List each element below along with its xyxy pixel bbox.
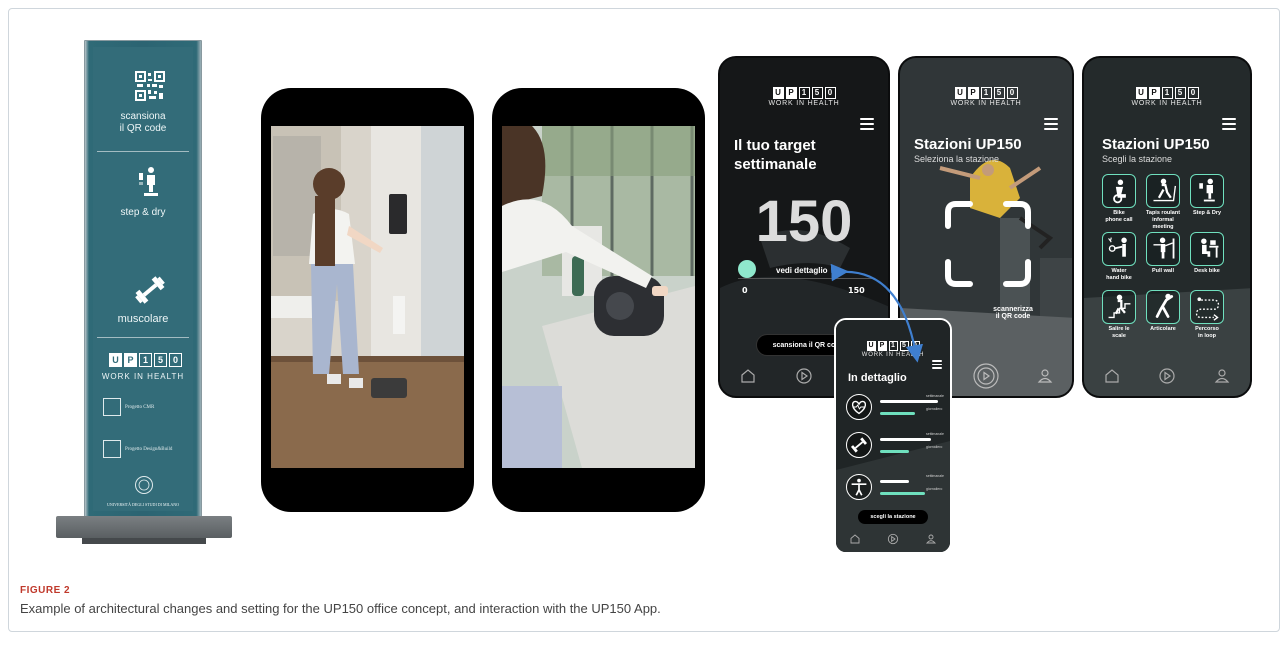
totem-brand-sub: WORK IN HEALTH bbox=[101, 372, 185, 381]
app-brand-logo: U P 1 5 0 WORK IN HEALTH bbox=[1131, 87, 1203, 107]
play-icon[interactable] bbox=[795, 367, 813, 385]
target-big-number: 150 bbox=[755, 189, 853, 254]
progress-knob[interactable] bbox=[738, 260, 756, 278]
cmr-logo-icon bbox=[103, 398, 121, 416]
detail-row-muscle: settimanale giornaliero bbox=[846, 430, 944, 462]
totem-base-foot bbox=[82, 538, 206, 544]
step-icon bbox=[1198, 178, 1215, 202]
scan-title: Stazioni UP150 bbox=[914, 136, 1022, 153]
progress-min-label: 0 bbox=[742, 286, 748, 295]
bottom-nav bbox=[836, 526, 950, 552]
station-hand-bike[interactable]: Water hand bike bbox=[1100, 232, 1138, 286]
profile-icon[interactable] bbox=[1213, 367, 1231, 385]
daily-progress-bar bbox=[880, 412, 915, 415]
app-brand-logo: U P 1 5 0 WORK IN HEALTH bbox=[950, 87, 1022, 107]
choose-station-button[interactable]: scegli la stazione bbox=[858, 510, 928, 524]
station-articolare[interactable]: Articolare bbox=[1144, 290, 1182, 344]
qr-code-icon bbox=[135, 71, 165, 101]
station-step-dry[interactable]: Step & Dry bbox=[1188, 174, 1226, 228]
app-screen-stations: U P 1 5 0 WORK IN HEALTH Stazioni UP150 … bbox=[1082, 56, 1252, 398]
totem-step-label: step & dry bbox=[120, 207, 166, 218]
totem-divider bbox=[97, 151, 189, 152]
stretch-icon bbox=[1155, 293, 1173, 318]
totem-display: scansiona il QR code step & dry muscolar… bbox=[36, 40, 252, 560]
app-brand-logo: U P 1 5 0 WORK IN HEALTH bbox=[768, 87, 840, 107]
menu-icon[interactable] bbox=[1222, 118, 1236, 130]
station-stairs[interactable]: Salire le scale bbox=[1100, 290, 1138, 344]
profile-icon[interactable] bbox=[925, 533, 937, 545]
profile-icon[interactable] bbox=[1036, 367, 1054, 385]
station-loop[interactable]: Percorso in loop bbox=[1188, 290, 1226, 344]
pull-wall-icon bbox=[1152, 237, 1174, 259]
station-treadmill[interactable]: Tapis roulant informal meeting bbox=[1144, 174, 1182, 230]
bike-icon bbox=[1112, 179, 1126, 204]
stations-title: Stazioni UP150 bbox=[1102, 136, 1210, 153]
detail-row-cardio: settimanale giornaliero bbox=[846, 392, 944, 424]
daily-progress-bar bbox=[880, 450, 909, 453]
detail-row-flexibility: settimanale giornaliero bbox=[846, 472, 944, 504]
step-dry-icon bbox=[139, 167, 158, 196]
heart-icon bbox=[851, 400, 867, 415]
station-bike[interactable]: Bike phone call bbox=[1100, 174, 1138, 228]
home-icon[interactable] bbox=[849, 533, 861, 545]
figure-label: FIGURE 2 bbox=[20, 585, 71, 596]
bottom-nav bbox=[1084, 356, 1250, 396]
totem-base bbox=[56, 516, 232, 538]
stations-grid: Bike phone call Tapis roulant informal m… bbox=[1100, 174, 1226, 344]
muscle-icon bbox=[850, 437, 868, 453]
target-title: Il tuo target settimanale bbox=[734, 137, 817, 173]
station-pull-wall[interactable]: Pull wall bbox=[1144, 232, 1182, 286]
design-build-logo-icon bbox=[103, 440, 121, 458]
home-icon[interactable] bbox=[1103, 367, 1121, 385]
totem-muscle-label: muscolare bbox=[117, 313, 169, 325]
scan-instruction: scannerizza il QR code bbox=[993, 306, 1033, 320]
scan-subtitle: Seleziona la stazione bbox=[914, 154, 1000, 164]
weekly-progress-bar bbox=[880, 400, 938, 403]
totem-panel: scansiona il QR code step & dry muscolar… bbox=[84, 40, 202, 522]
menu-icon[interactable] bbox=[860, 118, 874, 130]
totem-divider bbox=[97, 337, 189, 338]
station-desk-bike[interactable]: Desk bike bbox=[1188, 232, 1226, 286]
totem-qr-text: scansiona il QR code bbox=[119, 111, 167, 134]
weekly-progress-bar bbox=[880, 438, 931, 441]
weekly-progress-bar bbox=[880, 480, 909, 483]
stairs-icon bbox=[1108, 294, 1130, 319]
university-seal-icon bbox=[135, 476, 153, 494]
photo-step-dry-image bbox=[271, 126, 464, 468]
hand-bike-icon bbox=[1107, 237, 1127, 257]
play-icon[interactable] bbox=[887, 533, 899, 545]
play-icon-active[interactable] bbox=[973, 363, 999, 389]
dumbbell-icon bbox=[135, 276, 165, 304]
stretch-person-icon bbox=[851, 478, 867, 496]
stations-subtitle: Scegli la stazione bbox=[1102, 154, 1173, 164]
daily-progress-bar bbox=[880, 492, 925, 495]
loop-icon bbox=[1195, 297, 1219, 321]
desk-bike-icon bbox=[1200, 238, 1218, 258]
play-icon[interactable] bbox=[1158, 367, 1176, 385]
figure-caption: Example of architectural changes and set… bbox=[20, 601, 661, 616]
totem-brand-logo: U P 1 5 0 bbox=[109, 353, 182, 367]
connection-arrow bbox=[830, 263, 924, 363]
photo-step-dry bbox=[261, 88, 474, 512]
university-name: UNIVERSITÀ DEGLI STUDI DI MILANO bbox=[107, 502, 179, 507]
scan-frame-icon bbox=[945, 201, 1031, 287]
sponsor-design-build: Progetto Design&Build bbox=[103, 439, 185, 459]
treadmill-icon bbox=[1152, 178, 1176, 202]
home-icon[interactable] bbox=[739, 367, 757, 385]
sponsor-cmr: Progetto CMR bbox=[103, 397, 185, 417]
photo-hand-bike-image bbox=[502, 126, 695, 468]
menu-icon[interactable] bbox=[1044, 118, 1058, 130]
photo-hand-bike bbox=[492, 88, 705, 512]
